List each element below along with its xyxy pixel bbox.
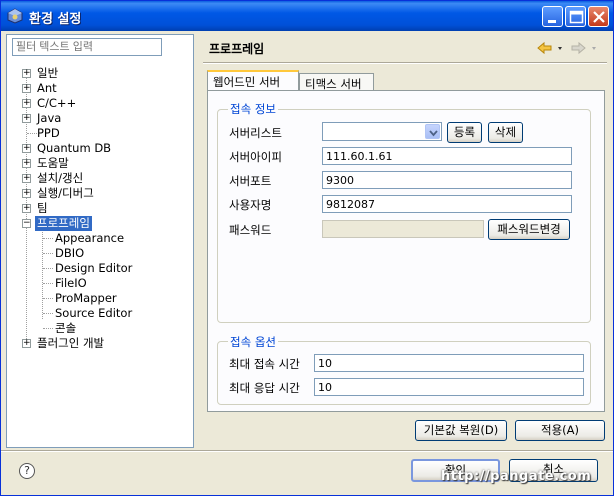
tree-item-label: 콘솔 (55, 321, 77, 335)
tree-item-fileio[interactable]: FileIO (55, 276, 87, 291)
tree-item-label: 플러그인 개발 (37, 336, 105, 350)
close-button[interactable] (588, 6, 609, 27)
tree-connector (27, 133, 37, 134)
tree-item-console[interactable]: 콘솔 (55, 321, 76, 336)
tree-connector (43, 313, 53, 314)
tree-connector (43, 268, 53, 269)
server-list-select[interactable] (322, 122, 442, 141)
tree-item-promapper[interactable]: ProMapper (55, 291, 117, 306)
max-resp-time-label: 최대 응답 시간 (229, 381, 300, 395)
change-password-button[interactable]: 패스워드변경 (488, 219, 570, 240)
tree-item-dbio[interactable]: DBIO (55, 246, 84, 261)
tree-item-label: Ant (37, 81, 57, 95)
password-label: 패스워드 (229, 223, 272, 237)
minimize-icon (548, 20, 556, 23)
tree-connector (43, 253, 53, 254)
tree-item-appearance[interactable]: Appearance (55, 231, 124, 246)
close-icon (593, 11, 605, 23)
register-button[interactable]: 등록 (447, 122, 482, 143)
tree-item-label: FileIO (55, 276, 87, 290)
tree-connector (42, 227, 43, 319)
tree-item-label: 팀 (37, 201, 48, 215)
delete-button[interactable]: 삭제 (488, 122, 523, 143)
tree-item-label: Java (37, 111, 62, 125)
max-conn-time-field[interactable]: 10 (314, 354, 584, 372)
tree-item-label: C/C++ (37, 96, 77, 110)
max-conn-time-label: 최대 접속 시간 (229, 357, 300, 371)
tree-item-label: Design Editor (55, 261, 133, 275)
preferences-window: 환경 설정 +일반 +Ant +C/C++ +Java PPD +Quantum… (0, 0, 614, 496)
max-resp-time-field[interactable]: 10 (314, 378, 584, 396)
server-port-field[interactable]: 9300 (322, 171, 572, 189)
maximize-button[interactable] (565, 6, 586, 27)
tree-item-label: 일반 (37, 66, 59, 80)
tree-item-label: 도움말 (37, 156, 69, 170)
server-ip-label: 서버아이피 (229, 150, 282, 164)
tree-item-label: 설치/갱신 (37, 171, 84, 185)
server-list-label: 서버리스트 (229, 126, 282, 140)
username-label: 사용자명 (229, 198, 272, 212)
server-port-label: 서버포트 (229, 174, 272, 188)
conn-info-group (217, 109, 591, 323)
preference-page: 프로프레임 웹어드민 서버 티맥스 서버 접속 정보 서버리스트 등록 삭제 서… (195, 34, 611, 448)
username-field[interactable]: 9812087 (322, 195, 572, 213)
back-arrow-icon[interactable] (537, 41, 565, 55)
tab-webadmin-server[interactable]: 웹어드민 서버 (207, 70, 299, 92)
chevron-down-icon[interactable] (425, 124, 440, 139)
tree-item-label: Quantum DB (37, 141, 112, 155)
conn-info-title: 접속 정보 (228, 101, 278, 117)
footer-separator (1, 450, 613, 452)
tree-connector (43, 328, 53, 329)
preference-tree-panel: +일반 +Ant +C/C++ +Java PPD +Quantum DB +도… (6, 34, 194, 448)
title-bar[interactable]: 환경 설정 (1, 1, 613, 31)
tree-item-label: Source Editor (55, 306, 133, 320)
app-icon (7, 8, 23, 24)
password-field (322, 220, 484, 238)
tree-connector (43, 298, 53, 299)
watermark-text: http://pangate.com (441, 469, 592, 484)
minimize-button[interactable] (542, 6, 563, 27)
maximize-icon (569, 10, 584, 24)
tree-item-source-editor[interactable]: Source Editor (55, 306, 132, 321)
tree-connector (43, 238, 53, 239)
title-separator (203, 62, 607, 64)
tab-content: 접속 정보 서버리스트 등록 삭제 서버아이피 111.60.1.61 서버포트… (207, 90, 605, 412)
tree-item-design-editor[interactable]: Design Editor (55, 261, 132, 276)
filter-input[interactable] (12, 38, 162, 56)
forward-arrow-icon[interactable] (571, 41, 599, 55)
help-icon[interactable]: ? (19, 463, 35, 479)
conn-options-title: 접속 옵션 (228, 334, 278, 350)
server-ip-field[interactable]: 111.60.1.61 (322, 147, 572, 165)
restore-defaults-button[interactable]: 기본값 복원(D) (415, 420, 507, 441)
tree-item-label: 실행/디버그 (37, 186, 94, 200)
window-title: 환경 설정 (29, 12, 82, 27)
page-title: 프로프레임 (209, 42, 265, 56)
apply-button[interactable]: 적용(A) (515, 420, 605, 441)
tree-item-label: Appearance (55, 231, 125, 245)
tree-item-label: ProMapper (55, 291, 117, 305)
tree-item-label: 프로프레임 (35, 216, 92, 231)
tree-item-label: DBIO (55, 246, 85, 260)
tree-connector (43, 283, 53, 284)
tree-item-label: PPD (37, 126, 60, 140)
